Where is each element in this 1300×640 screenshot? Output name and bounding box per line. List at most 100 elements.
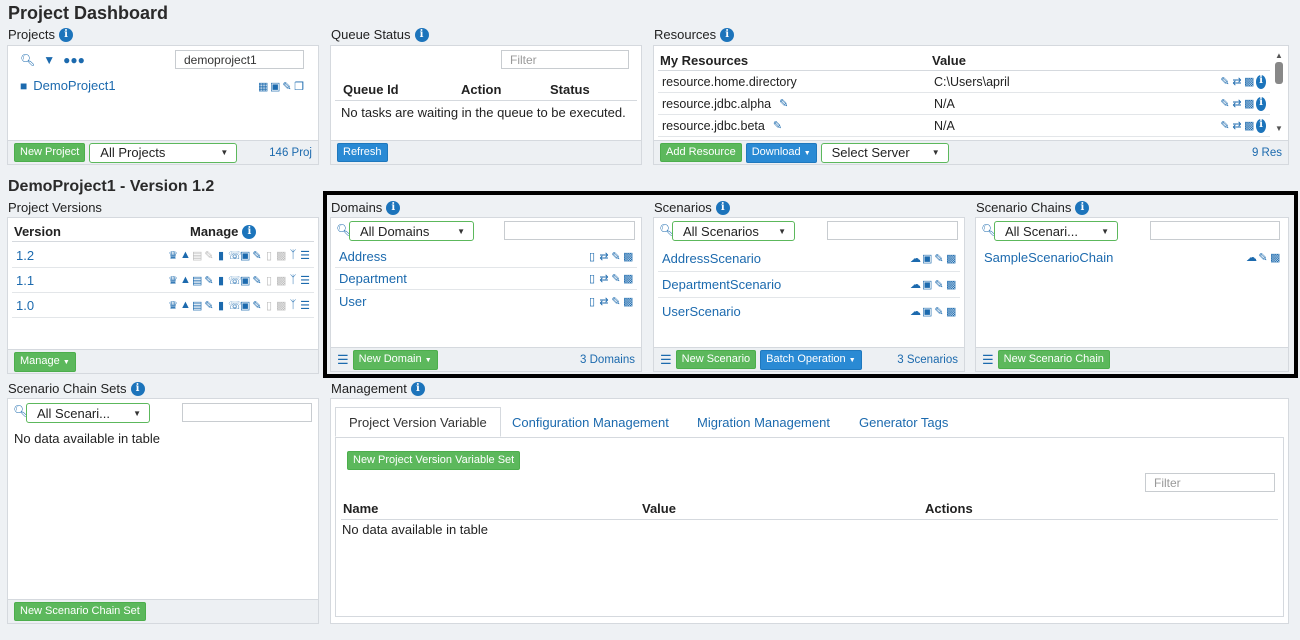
domain-link[interactable]: Address: [339, 249, 387, 264]
repeat-icon[interactable]: ⇄: [599, 272, 609, 285]
chains-select[interactable]: All Scenari... ▼: [994, 221, 1118, 241]
lock-icon[interactable]: ▣: [270, 80, 280, 93]
repeat-icon[interactable]: ⇄: [599, 250, 609, 263]
refresh-button[interactable]: Refresh: [337, 143, 388, 162]
cloud-upload-icon[interactable]: ☁: [910, 305, 921, 318]
cloud-upload-icon[interactable]: ☁: [1246, 251, 1257, 264]
scenario-link[interactable]: UserScenario: [662, 304, 741, 319]
tab-generator-tags[interactable]: Generator Tags: [846, 407, 961, 437]
col-queue-id[interactable]: Queue Id: [343, 82, 399, 97]
lock-icon[interactable]: ▣: [240, 249, 250, 262]
edit-icon[interactable]: ✎: [1220, 119, 1230, 133]
repeat-icon[interactable]: ⇄: [1232, 119, 1242, 133]
trash-icon[interactable]: ▩: [623, 295, 633, 308]
new-project-button[interactable]: New Project: [14, 143, 86, 162]
table-row[interactable]: 1.1 ♛ ▲ ▤ ✎ ▮ ☏ ▣ ✎ ▯ ▩ ᛉ ☰: [12, 268, 314, 293]
col-manage[interactable]: Manage i: [190, 224, 257, 239]
col-version[interactable]: Version: [14, 224, 61, 239]
robot-icon[interactable]: ♛: [168, 249, 178, 262]
batch-operation-button[interactable]: Batch Operation ▼: [760, 349, 862, 370]
project-filter-select[interactable]: All Projects ▼: [89, 142, 238, 163]
filter-icon[interactable]: ▼: [43, 53, 55, 67]
version-link[interactable]: 1.0: [16, 298, 34, 313]
unlock-icon[interactable]: ▣: [922, 252, 932, 265]
info-icon[interactable]: i: [58, 27, 73, 42]
domain-link[interactable]: Department: [339, 271, 407, 286]
file-icon[interactable]: ▮: [216, 249, 226, 262]
scenario-link[interactable]: DepartmentScenario: [662, 277, 781, 292]
domains-search-input[interactable]: [504, 221, 635, 240]
col-status[interactable]: Status: [550, 82, 590, 97]
unlock-icon[interactable]: ▣: [922, 278, 932, 291]
list-item[interactable]: DepartmentScenario ☁ ▣ ✎ ▩: [658, 272, 960, 298]
list-item[interactable]: User ▯ ⇄ ✎ ▩: [335, 290, 637, 312]
file-icon[interactable]: ▯: [587, 295, 597, 308]
chains-search-input[interactable]: [1150, 221, 1280, 240]
cloud-upload-icon[interactable]: ☁: [910, 252, 921, 265]
scroll-down-icon[interactable]: ▼: [1273, 124, 1285, 133]
file-icon[interactable]: ▮: [216, 274, 226, 287]
new-variable-set-button[interactable]: New Project Version Variable Set: [347, 451, 521, 470]
edit-icon[interactable]: ✎: [252, 274, 262, 287]
chain-link[interactable]: SampleScenarioChain: [984, 250, 1113, 265]
table-row[interactable]: resource.jdbc.alpha ✎ N/A ✎ ⇄ ▩ i: [658, 93, 1270, 115]
search-icon[interactable]: 🔍︎: [20, 53, 35, 67]
project-link[interactable]: DemoProject1: [33, 78, 115, 93]
list-item[interactable]: SampleScenarioChain ☁ ✎ ▩: [980, 246, 1284, 268]
new-domain-button[interactable]: New Domain ▼: [352, 349, 438, 370]
tab-migration-management[interactable]: Migration Management: [684, 407, 843, 437]
col-actions[interactable]: Actions: [925, 501, 973, 516]
scenario-link[interactable]: AddressScenario: [662, 251, 761, 266]
edit-icon[interactable]: ✎: [611, 250, 621, 263]
edit-icon[interactable]: ✎: [779, 97, 788, 110]
card-icon[interactable]: ▤: [192, 274, 202, 287]
fork-icon[interactable]: ᛉ: [288, 249, 298, 262]
trash-icon[interactable]: ▩: [623, 250, 633, 263]
project-search-input[interactable]: demoproject1: [175, 50, 304, 69]
card-icon[interactable]: ▤: [192, 249, 202, 262]
new-scenario-button[interactable]: New Scenario: [675, 350, 757, 369]
edit-icon[interactable]: ✎: [1258, 251, 1268, 264]
edit-icon[interactable]: ✎: [934, 278, 944, 291]
grid-icon[interactable]: ▦: [258, 80, 268, 93]
edit-icon[interactable]: ✎: [1220, 75, 1230, 89]
file-icon[interactable]: ▯: [587, 250, 597, 263]
table-row[interactable]: 1.0 ♛ ▲ ▤ ✎ ▮ ☏ ▣ ✎ ▯ ▩ ᛉ ☰: [12, 293, 314, 318]
list-item[interactable]: Department ▯ ⇄ ✎ ▩: [335, 268, 637, 290]
repeat-icon[interactable]: ⇄: [1232, 75, 1242, 89]
trash-icon[interactable]: ▩: [1244, 97, 1254, 111]
table-row[interactable]: resource.home.directory C:\Users\april ✎…: [658, 71, 1270, 93]
card-icon[interactable]: ▤: [192, 299, 202, 312]
table-row[interactable]: resource.jdbc.beta ✎ N/A ✎ ⇄ ▩ i: [658, 115, 1270, 137]
management-filter-input[interactable]: Filter: [1145, 473, 1275, 492]
phone-icon[interactable]: ☏: [228, 299, 242, 312]
trash-icon[interactable]: ▩: [946, 305, 956, 318]
project-item[interactable]: ■ DemoProject1: [20, 78, 116, 93]
scenarios-search-input[interactable]: [827, 221, 958, 240]
scroll-up-icon[interactable]: ▲: [1273, 51, 1285, 60]
new-scenario-chain-button[interactable]: New Scenario Chain: [997, 350, 1110, 369]
repeat-icon[interactable]: ⇄: [1232, 97, 1242, 111]
add-resource-button[interactable]: Add Resource: [660, 143, 742, 162]
info-icon[interactable]: i: [410, 381, 425, 396]
info-icon[interactable]: i: [242, 224, 257, 239]
menu-icon[interactable]: ☰: [982, 352, 994, 368]
col-value[interactable]: Value: [932, 53, 966, 68]
info-icon[interactable]: i: [130, 381, 145, 396]
scenarios-select[interactable]: All Scenarios ▼: [672, 221, 795, 241]
list-item[interactable]: UserScenario ☁ ▣ ✎ ▩: [658, 298, 960, 324]
queue-filter-input[interactable]: Filter: [501, 50, 629, 69]
tab-configuration-management[interactable]: Configuration Management: [499, 407, 682, 437]
new-scenario-chain-set-button[interactable]: New Scenario Chain Set: [14, 602, 146, 621]
phone-icon[interactable]: ☏: [228, 249, 242, 262]
domains-select[interactable]: All Domains ▼: [349, 221, 474, 241]
chain-sets-search-input[interactable]: [182, 403, 312, 422]
info-icon[interactable]: i: [1256, 74, 1266, 89]
trash-icon[interactable]: ▩: [1270, 251, 1280, 264]
edit-icon[interactable]: ✎: [282, 80, 292, 93]
trash-icon[interactable]: ▩: [276, 249, 286, 262]
fork-icon[interactable]: ᛉ: [288, 299, 298, 312]
edit-icon[interactable]: ✎: [1220, 97, 1230, 111]
wand-icon[interactable]: ✎: [204, 299, 214, 312]
doc-icon[interactable]: ▯: [264, 249, 274, 262]
